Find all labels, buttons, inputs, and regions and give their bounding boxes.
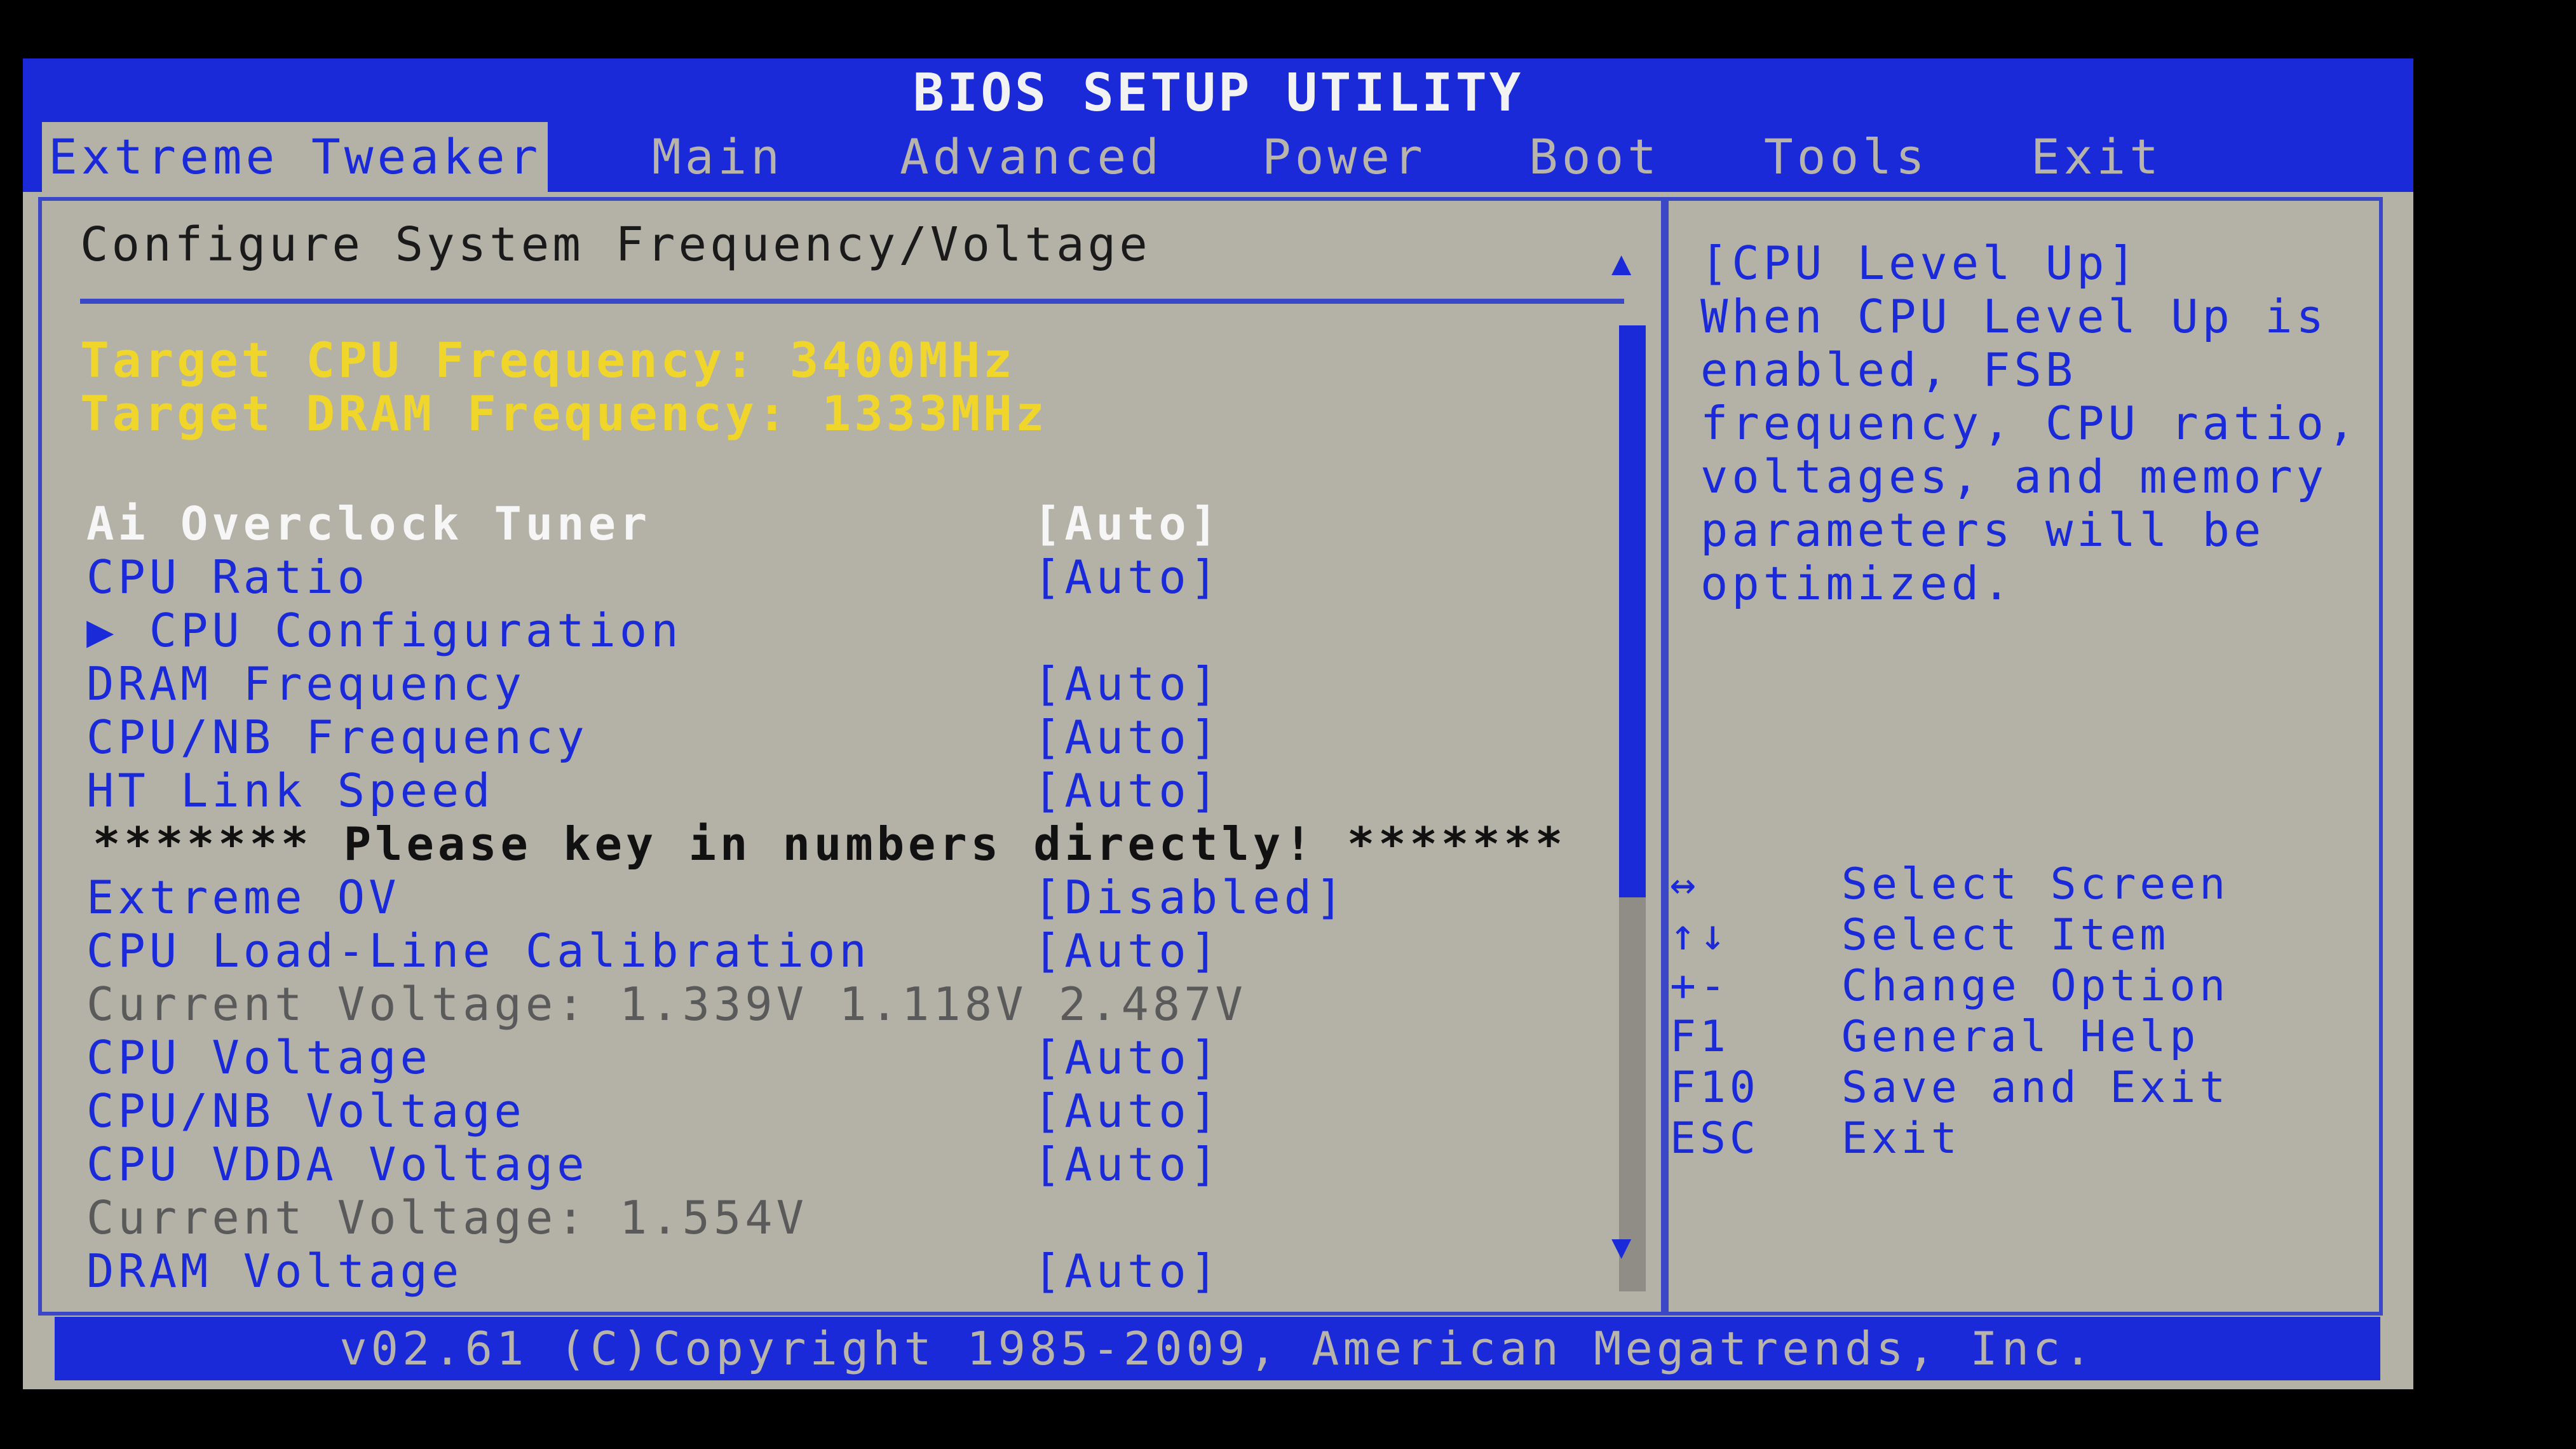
setting-value[interactable]: [Auto]: [1033, 1244, 1221, 1298]
key-action: Save and Exit: [1841, 1063, 2230, 1113]
help-line: parameters will be: [1700, 503, 2265, 557]
setting-value[interactable]: [Auto]: [1033, 550, 1221, 604]
tab-extreme-tweaker[interactable]: Extreme Tweaker: [42, 122, 548, 192]
help-line: optimized.: [1700, 557, 2014, 610]
setting-value[interactable]: [Auto]: [1033, 1084, 1221, 1138]
key-action: Select Screen: [1841, 859, 2230, 909]
up-down-arrow-icon: ↑↓: [1670, 910, 1730, 960]
key-f10: F10: [1670, 1063, 1759, 1113]
setting-value[interactable]: [Auto]: [1033, 497, 1221, 550]
scrollbar-thumb[interactable]: [1619, 325, 1646, 897]
instruction-note: ******* Please key in numbers directly! …: [93, 817, 1567, 871]
key-action: Change Option: [1841, 961, 2230, 1011]
key-legend-select-item: ↑↓ Select Item: [1670, 910, 2169, 960]
key-f1: F1: [1670, 1012, 1730, 1062]
setting-label[interactable]: CPU Ratio: [86, 550, 369, 604]
bios-title: BIOS SETUP UTILITY: [23, 58, 2413, 128]
tab-power[interactable]: Power: [1262, 122, 1427, 192]
scroll-up-icon[interactable]: ▲: [1611, 244, 1631, 282]
setting-value[interactable]: [Auto]: [1033, 924, 1221, 977]
setting-value[interactable]: [Auto]: [1033, 657, 1221, 711]
setting-value[interactable]: [Disabled]: [1033, 871, 1346, 924]
setting-label[interactable]: CPU Voltage: [86, 1031, 431, 1084]
bios-screen: BIOS SETUP UTILITY Extreme Tweaker Main …: [23, 58, 2413, 1389]
setting-label[interactable]: CPU VDDA Voltage: [86, 1138, 588, 1191]
setting-label[interactable]: CPU/NB Frequency: [86, 711, 588, 764]
setting-label[interactable]: CPU Load-Line Calibration: [86, 924, 871, 977]
setting-value[interactable]: [Auto]: [1033, 711, 1221, 764]
voltage-readout: Current Voltage: 1.339V 1.118V 2.487V: [86, 977, 1247, 1031]
key-legend-change-option: +- Change Option: [1670, 961, 2229, 1011]
copyright-footer: v02.61 (C)Copyright 1985-2009, American …: [55, 1317, 2380, 1380]
tab-exit[interactable]: Exit: [2031, 122, 2162, 192]
page-title: Configure System Frequency/Voltage: [80, 217, 1151, 272]
title-divider: [80, 299, 1624, 304]
help-line: voltages, and memory: [1700, 450, 2328, 503]
target-cpu-frequency: Target CPU Frequency: 3400MHz: [80, 332, 1015, 388]
key-esc: ESC: [1670, 1113, 1759, 1164]
target-dram-frequency: Target DRAM Frequency: 1333MHz: [80, 385, 1048, 442]
tab-tools[interactable]: Tools: [1764, 122, 1929, 192]
tab-advanced[interactable]: Advanced: [900, 122, 1163, 192]
key-legend-exit: ESC Exit: [1670, 1113, 1961, 1164]
setting-value[interactable]: [Auto]: [1033, 764, 1221, 817]
tab-main[interactable]: Main: [652, 122, 783, 192]
setting-value[interactable]: [Auto]: [1033, 1031, 1221, 1084]
setting-label[interactable]: HT Link Speed: [86, 764, 494, 817]
setting-label[interactable]: Extreme OV: [86, 871, 400, 924]
key-legend-save-exit: F10 Save and Exit: [1670, 1063, 2229, 1113]
key-plus-minus: +-: [1670, 961, 1730, 1011]
setting-label[interactable]: DRAM Voltage: [86, 1244, 463, 1298]
menu-bar: Extreme Tweaker Main Advanced Power Boot…: [23, 122, 2413, 192]
setting-label[interactable]: ▶ CPU Configuration: [86, 604, 682, 657]
key-action: Select Item: [1841, 910, 2170, 960]
setting-label[interactable]: CPU/NB Voltage: [86, 1084, 525, 1138]
tab-boot[interactable]: Boot: [1529, 122, 1660, 192]
setting-value[interactable]: [Auto]: [1033, 1138, 1221, 1191]
key-action: General Help: [1841, 1012, 2200, 1062]
key-legend-select-screen: ↔ Select Screen: [1670, 859, 2229, 909]
help-line: enabled, FSB: [1700, 343, 2077, 397]
scroll-down-icon[interactable]: ▼: [1611, 1228, 1631, 1266]
help-line: When CPU Level Up is: [1700, 290, 2328, 343]
key-legend-general-help: F1 General Help: [1670, 1012, 2199, 1062]
help-line: [CPU Level Up]: [1700, 236, 2139, 290]
voltage-readout: Current Voltage: 1.554V: [86, 1191, 808, 1244]
help-line: frequency, CPU ratio,: [1700, 397, 2359, 450]
key-action: Exit: [1841, 1113, 1961, 1164]
left-right-arrow-icon: ↔: [1670, 859, 1700, 909]
setting-label[interactable]: DRAM Frequency: [86, 657, 525, 711]
setting-label[interactable]: Ai Overclock Tuner: [86, 497, 651, 550]
